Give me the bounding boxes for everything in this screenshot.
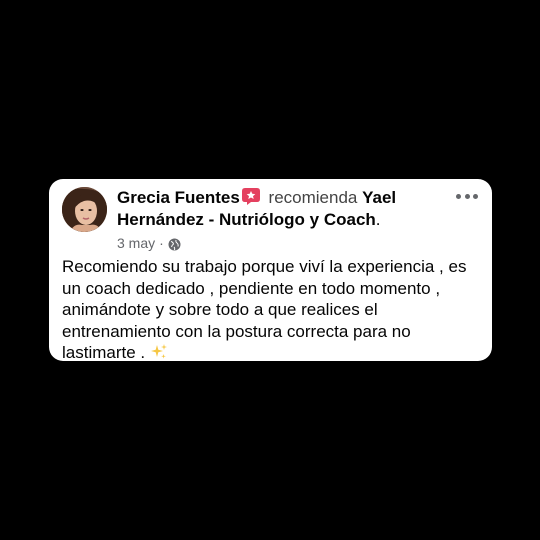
avatar[interactable] [62,187,107,232]
globe-icon [168,237,181,250]
author-name[interactable]: Grecia Fuentes [117,188,240,207]
meta-separator: · [159,235,164,251]
recommend-badge-icon [241,188,260,205]
more-dot [464,193,470,199]
avatar-image [62,187,107,232]
more-dot [456,193,461,199]
recommendation-text: Recomiendo su trabajo porque viví la exp… [62,256,482,364]
sparkles-icon [150,343,168,361]
more-options-icon[interactable] [456,189,478,203]
recommendation-body: Recomiendo su trabajo porque viví la exp… [62,257,467,362]
recommendation-card: Grecia Fuentes recomienda Yael Hernández… [49,179,492,364]
more-dot [473,193,478,199]
post-header: Grecia Fuentes recomienda Yael Hernández… [117,187,447,231]
post-date[interactable]: 3 may [117,234,155,252]
post-meta: 3 may · [117,234,181,252]
recommends-text: recomienda [263,188,363,207]
target-suffix: . [375,210,381,229]
